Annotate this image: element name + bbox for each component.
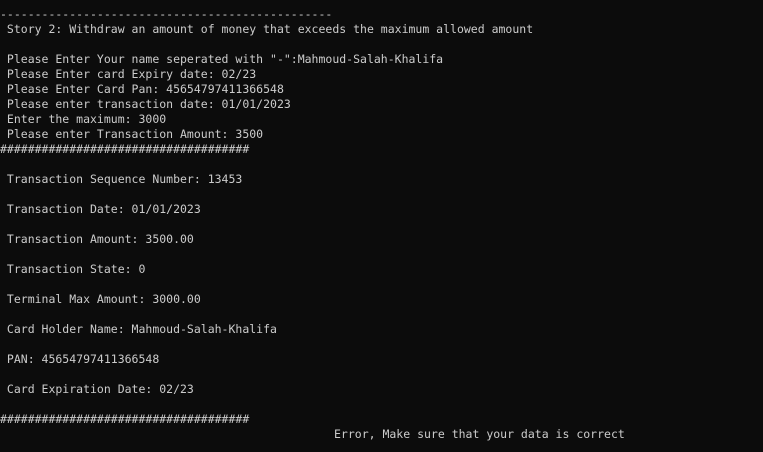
terminal-window[interactable]: ----------------------------------------… <box>0 0 763 452</box>
detail-card-expiration: Card Expiration Date: 02/23 <box>0 382 194 396</box>
error-message: Error, Make sure that your data is corre… <box>334 427 625 441</box>
detail-transaction-amount: Transaction Amount: 3500.00 <box>0 232 194 246</box>
detail-sequence-number: Transaction Sequence Number: 13453 <box>0 172 243 186</box>
top-divider: ----------------------------------------… <box>0 7 333 21</box>
prompt-transaction-date: Please enter transaction date: 01/01/202… <box>0 97 291 111</box>
prompt-name: Please Enter Your name seperated with "-… <box>0 52 444 66</box>
prompt-expiry: Please Enter card Expiry date: 02/23 <box>0 67 257 81</box>
prompt-pan: Please Enter Card Pan: 45654797411366548 <box>0 82 284 96</box>
hash-divider-bottom: #################################### <box>0 412 250 426</box>
detail-transaction-state: Transaction State: 0 <box>0 262 146 276</box>
hash-divider-top: #################################### <box>0 142 250 156</box>
detail-transaction-date: Transaction Date: 01/01/2023 <box>0 202 201 216</box>
detail-pan: PAN: 45654797411366548 <box>0 352 160 366</box>
prompt-amount: Please enter Transaction Amount: 3500 <box>0 127 264 141</box>
detail-card-holder: Card Holder Name: Mahmoud-Salah-Khalifa <box>0 322 277 336</box>
story-title: Story 2: Withdraw an amount of money tha… <box>0 22 534 36</box>
detail-terminal-max: Terminal Max Amount: 3000.00 <box>0 292 201 306</box>
prompt-maximum: Enter the maximum: 3000 <box>0 112 167 126</box>
